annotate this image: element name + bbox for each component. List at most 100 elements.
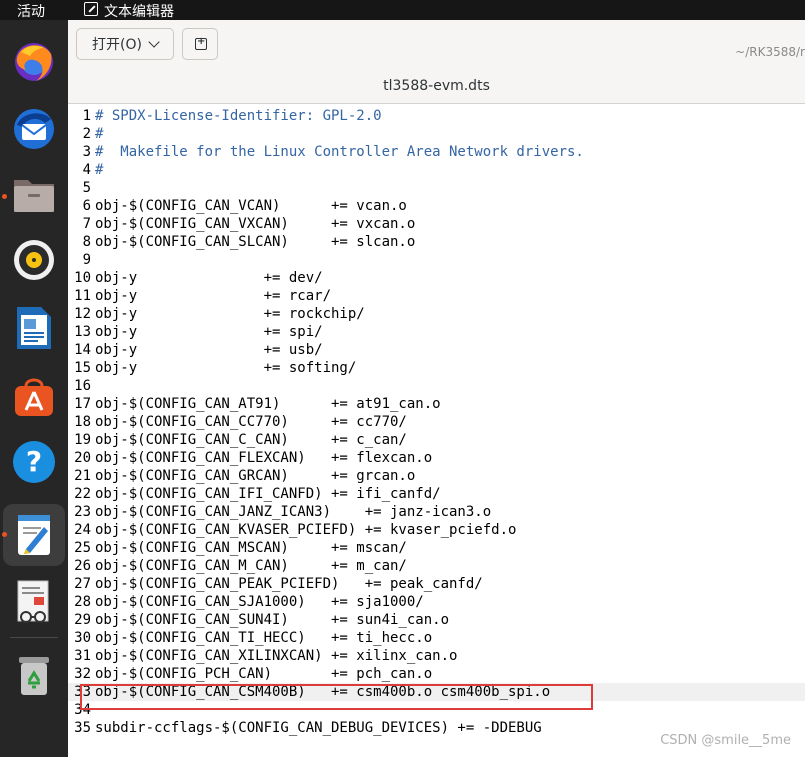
code-line[interactable]: 19 obj-$(CONFIG_CAN_C_CAN) += c_can/ (68, 431, 805, 449)
code-line[interactable]: 24 obj-$(CONFIG_CAN_KVASER_PCIEFD) += kva… (68, 521, 805, 539)
line-number: 2 (82, 126, 91, 142)
line-text[interactable]: obj-$(CONFIG_CAN_XILINXCAN) += xilinx_ca… (95, 647, 457, 665)
code-line[interactable]: 4 # (68, 161, 805, 179)
editor-text-view[interactable]: 1 # SPDX-License-Identifier: GPL-2.0 2 #3 # … (68, 104, 805, 757)
code-line[interactable]: 2 # (68, 125, 805, 143)
line-number: 16 (74, 378, 91, 394)
code-line[interactable]: 3 # Makefile for the Linux Controller Are… (68, 143, 805, 161)
watermark: CSDN @smile__5me (660, 733, 791, 748)
code-line[interactable]: 11 obj-y += rcar/ (68, 287, 805, 305)
line-number: 17 (74, 396, 91, 412)
activities-button[interactable]: 活动 (17, 1, 45, 21)
code-line[interactable]: 30 obj-$(CONFIG_CAN_TI_HECC) += ti_hecc.o (68, 629, 805, 647)
code-line[interactable]: 21 obj-$(CONFIG_CAN_GRCAN) += grcan.o (68, 467, 805, 485)
code-line[interactable]: 20 obj-$(CONFIG_CAN_FLEXCAN) += flexcan.o (68, 449, 805, 467)
code-line[interactable]: 12 obj-y += rockchip/ (68, 305, 805, 323)
line-number: 5 (82, 180, 91, 196)
line-text[interactable]: obj-y += softing/ (95, 359, 356, 377)
code-line[interactable]: 26 obj-$(CONFIG_CAN_M_CAN) += m_can/ (68, 557, 805, 575)
code-line[interactable]: 1 # SPDX-License-Identifier: GPL-2.0 (68, 107, 805, 125)
line-text[interactable]: obj-$(CONFIG_CAN_FLEXCAN) += flexcan.o (95, 449, 432, 467)
files-icon[interactable] (10, 170, 58, 218)
line-number: 6 (82, 198, 91, 214)
line-text[interactable]: obj-$(CONFIG_CAN_CC770) += cc770/ (95, 413, 407, 431)
code-line[interactable]: 32 obj-$(CONFIG_PCH_CAN) += pch_can.o (68, 665, 805, 683)
line-text[interactable]: obj-$(CONFIG_CAN_AT91) += at91_can.o (95, 395, 441, 413)
line-text[interactable]: obj-$(CONFIG_CAN_MSCAN) += mscan/ (95, 539, 407, 557)
thunderbird-icon[interactable] (10, 104, 58, 152)
rhythmbox-icon[interactable] (10, 236, 58, 284)
line-text[interactable]: # (95, 161, 103, 179)
line-text[interactable]: obj-$(CONFIG_CAN_IFI_CANFD) += ifi_canfd… (95, 485, 441, 503)
line-number: 7 (82, 216, 91, 232)
line-text[interactable]: obj-$(CONFIG_CAN_VCAN) += vcan.o (95, 197, 407, 215)
trash-icon[interactable] (10, 652, 58, 700)
line-text[interactable]: obj-y += rockchip/ (95, 305, 365, 323)
app-menu[interactable]: 文本编辑器 (104, 1, 174, 21)
code-line[interactable]: 31 obj-$(CONFIG_CAN_XILINXCAN) += xilinx_… (68, 647, 805, 665)
line-number: 21 (74, 468, 91, 484)
code-line[interactable]: 5 (68, 179, 805, 197)
line-number: 26 (74, 558, 91, 574)
document-viewer-icon[interactable] (10, 578, 58, 626)
line-number: 20 (74, 450, 91, 466)
line-number: 35 (74, 720, 91, 736)
libreoffice-writer-icon[interactable] (10, 304, 58, 352)
line-text[interactable]: obj-$(CONFIG_CAN_PEAK_PCIEFD) += peak_ca… (95, 575, 483, 593)
new-tab-button[interactable]: + (182, 28, 218, 60)
line-text[interactable]: obj-y += rcar/ (95, 287, 331, 305)
line-text[interactable]: # (95, 125, 103, 143)
line-text[interactable]: obj-$(CONFIG_CAN_SJA1000) += sja1000/ (95, 593, 424, 611)
annotation-highlight-box (80, 684, 593, 710)
code-line[interactable]: 22 obj-$(CONFIG_CAN_IFI_CANFD) += ifi_can… (68, 485, 805, 503)
code-line[interactable]: 17 obj-$(CONFIG_CAN_AT91) += at91_can.o (68, 395, 805, 413)
code-line[interactable]: 7 obj-$(CONFIG_CAN_VXCAN) += vxcan.o (68, 215, 805, 233)
code-line[interactable]: 8 obj-$(CONFIG_CAN_SLCAN) += slcan.o (68, 233, 805, 251)
code-line[interactable]: 10 obj-y += dev/ (68, 269, 805, 287)
line-number: 10 (74, 270, 91, 286)
code-line[interactable]: 25 obj-$(CONFIG_CAN_MSCAN) += mscan/ (68, 539, 805, 557)
code-line[interactable]: 15 obj-y += softing/ (68, 359, 805, 377)
line-number: 31 (74, 648, 91, 664)
code-line[interactable]: 9 (68, 251, 805, 269)
line-text[interactable]: obj-$(CONFIG_CAN_JANZ_ICAN3) += janz-ica… (95, 503, 491, 521)
line-number: 32 (74, 666, 91, 682)
app-center-icon[interactable] (10, 372, 58, 420)
line-text[interactable]: obj-$(CONFIG_CAN_KVASER_PCIEFD) += kvase… (95, 521, 516, 539)
line-number: 11 (74, 288, 91, 304)
text-editor-icon (84, 2, 98, 16)
code-line[interactable]: 6 obj-$(CONFIG_CAN_VCAN) += vcan.o (68, 197, 805, 215)
dock-separator (10, 637, 58, 638)
code-line[interactable]: 23 obj-$(CONFIG_CAN_JANZ_ICAN3) += janz-i… (68, 503, 805, 521)
line-text[interactable]: obj-y += dev/ (95, 269, 323, 287)
code-line[interactable]: 18 obj-$(CONFIG_CAN_CC770) += cc770/ (68, 413, 805, 431)
firefox-icon[interactable] (10, 38, 58, 86)
line-number: 18 (74, 414, 91, 430)
code-line[interactable]: 13 obj-y += spi/ (68, 323, 805, 341)
document-tab-title[interactable]: tl3588-evm.dts (68, 78, 805, 94)
code-line[interactable]: 28 obj-$(CONFIG_CAN_SJA1000) += sja1000/ (68, 593, 805, 611)
line-text[interactable]: obj-$(CONFIG_CAN_M_CAN) += m_can/ (95, 557, 407, 575)
line-text[interactable]: obj-y += spi/ (95, 323, 323, 341)
line-text[interactable]: obj-$(CONFIG_CAN_GRCAN) += grcan.o (95, 467, 415, 485)
line-text[interactable]: obj-$(CONFIG_CAN_SUN4I) += sun4i_can.o (95, 611, 449, 629)
line-text[interactable]: obj-$(CONFIG_CAN_SLCAN) += slcan.o (95, 233, 415, 251)
line-number: 8 (82, 234, 91, 250)
line-text[interactable]: obj-$(CONFIG_CAN_TI_HECC) += ti_hecc.o (95, 629, 432, 647)
code-line[interactable]: 16 (68, 377, 805, 395)
line-text[interactable]: obj-$(CONFIG_PCH_CAN) += pch_can.o (95, 665, 432, 683)
code-line[interactable]: 29 obj-$(CONFIG_CAN_SUN4I) += sun4i_can.o (68, 611, 805, 629)
line-text[interactable]: obj-$(CONFIG_CAN_VXCAN) += vxcan.o (95, 215, 415, 233)
line-number: 3 (82, 144, 91, 160)
code-line[interactable]: 14 obj-y += usb/ (68, 341, 805, 359)
line-text[interactable]: # Makefile for the Linux Controller Area… (95, 143, 584, 161)
line-text[interactable]: subdir-ccflags-$(CONFIG_CAN_DEBUG_DEVICE… (95, 719, 542, 737)
text-editor-icon[interactable] (3, 504, 65, 566)
code-line[interactable]: 27 obj-$(CONFIG_CAN_PEAK_PCIEFD) += peak_… (68, 575, 805, 593)
chevron-down-icon (148, 36, 160, 48)
line-text[interactable]: obj-$(CONFIG_CAN_C_CAN) += c_can/ (95, 431, 407, 449)
help-icon[interactable]: ? (10, 438, 58, 486)
line-text[interactable]: # SPDX-License-Identifier: GPL-2.0 (95, 107, 382, 125)
line-text[interactable]: obj-y += usb/ (95, 341, 323, 359)
open-button[interactable]: 打开(O) (76, 28, 174, 60)
